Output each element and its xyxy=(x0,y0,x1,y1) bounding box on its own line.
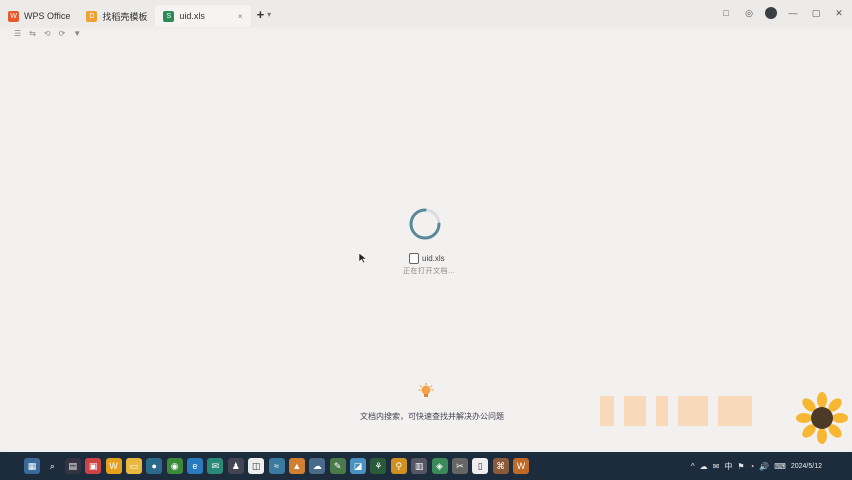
more-icon[interactable]: ▼ xyxy=(73,29,81,38)
message-tray-icon[interactable]: ✉ xyxy=(713,462,720,471)
loading-status: 正在打开文档... xyxy=(403,268,456,275)
switch-icon[interactable]: ⇆ xyxy=(29,29,36,38)
close-window-button[interactable]: ✕ xyxy=(832,6,846,20)
app-icon[interactable]: ● xyxy=(146,458,163,474)
template-icon: D xyxy=(86,10,98,22)
quick-toolbar: ☰ ⇆ ⟲ ⟳ ▼ xyxy=(14,29,81,38)
tab-list-chevron-icon[interactable]: ▾ xyxy=(267,10,271,19)
hub-icon[interactable]: ⌘ xyxy=(492,458,509,474)
deco-shape xyxy=(624,396,646,426)
calc-icon[interactable]: ⚲ xyxy=(390,458,407,474)
taskbar-clock[interactable]: 2024/5/12 xyxy=(791,462,822,471)
input-method-icon[interactable]: 中 xyxy=(724,461,732,472)
loading-file-name: uid.xls xyxy=(422,254,445,263)
mail-icon[interactable]: ✉ xyxy=(207,458,224,474)
keyboard-icon[interactable]: ⌨ xyxy=(774,462,786,471)
loading-file: uid.xls xyxy=(409,253,445,264)
mouse-cursor-icon xyxy=(358,252,368,264)
chat-icon[interactable]: ◫ xyxy=(248,458,265,474)
search-icon[interactable]: ⌕ xyxy=(44,458,60,474)
note-icon[interactable]: ▯ xyxy=(472,458,489,474)
minimize-button[interactable]: — xyxy=(786,6,800,20)
sync-icon[interactable]: ◎ xyxy=(742,6,756,20)
undo-icon[interactable]: ⟲ xyxy=(44,29,51,38)
start-icon[interactable]: ▦ xyxy=(24,458,40,474)
tab-label: uid.xls xyxy=(179,11,205,21)
task-view-icon[interactable]: ▤ xyxy=(64,458,81,474)
tray-expand-icon[interactable]: ^ xyxy=(691,462,695,471)
wps-icon[interactable]: W xyxy=(105,458,122,474)
lightbulb-icon xyxy=(418,383,434,397)
edge-icon[interactable]: e xyxy=(187,458,203,474)
folder-icon[interactable]: ▭ xyxy=(125,458,142,474)
loading-spinner-icon xyxy=(409,208,441,240)
tab-label: WPS Office xyxy=(24,11,71,21)
sunflower-icon xyxy=(796,392,848,444)
cloud-tray-icon[interactable]: ☁ xyxy=(700,462,708,471)
deco-shape xyxy=(718,396,752,426)
tip-text: 文档内搜索，可快速查找并解决办公问题 xyxy=(360,412,504,421)
deco-shape xyxy=(600,396,614,426)
network-icon[interactable]: ◔ xyxy=(749,462,754,471)
taskbar: ▦ ⌕ ▤ ▣ W ▭ ● ◉ e ✉ ♟ ◫ ≈ ▲ ☁ ✎ ◪ ⚘ ⚲ ▥ … xyxy=(0,452,852,480)
layout-icon[interactable]: □ xyxy=(719,6,733,20)
store-icon[interactable]: ▣ xyxy=(85,458,102,474)
media-icon[interactable]: ◈ xyxy=(431,458,448,474)
tab-wps-office[interactable]: W WPS Office xyxy=(0,5,78,27)
decorative-shapes xyxy=(600,396,752,426)
tab-uid-xls[interactable]: S uid.xls × xyxy=(155,5,251,27)
menu-icon[interactable]: ☰ xyxy=(14,29,21,38)
title-bar: W WPS Office D 找稻壳模板 S uid.xls × + ▾ □ ◎… xyxy=(0,0,852,28)
window-controls: □ ◎ — ▢ ✕ xyxy=(719,6,846,20)
flag-tray-icon[interactable]: ⚑ xyxy=(737,462,744,471)
video-icon[interactable]: ✂ xyxy=(451,458,468,474)
wps-writer-icon[interactable]: W xyxy=(513,458,529,474)
redo-icon[interactable]: ⟳ xyxy=(59,29,66,38)
cloud-icon[interactable]: ▲ xyxy=(288,458,305,474)
search-app-icon[interactable]: ⚘ xyxy=(370,458,387,474)
system-tray: ^ ☁ ✉ 中 ⚑ ◔ 🔊 ⌨ 2024/5/12 xyxy=(691,452,822,480)
game-icon[interactable]: ♟ xyxy=(227,458,244,474)
tab-label: 找稻壳模板 xyxy=(102,11,148,22)
deco-shape xyxy=(678,396,708,426)
volume-icon[interactable]: 🔊 xyxy=(759,462,769,471)
avatar[interactable] xyxy=(765,7,777,19)
chrome-icon[interactable]: ◉ xyxy=(166,458,183,474)
tool-icon[interactable]: ✎ xyxy=(329,458,346,474)
wps-logo-icon: W xyxy=(8,10,19,22)
close-tab-icon[interactable]: × xyxy=(238,12,243,21)
settings-icon[interactable]: ▥ xyxy=(411,458,428,474)
document-icon xyxy=(409,253,419,264)
new-tab-button[interactable]: + xyxy=(257,7,265,22)
tab-templates[interactable]: D 找稻壳模板 xyxy=(78,5,155,27)
maximize-button[interactable]: ▢ xyxy=(809,6,823,20)
scroll-icon[interactable]: ≈ xyxy=(268,458,285,474)
image-icon[interactable]: ☁ xyxy=(309,458,326,474)
wechat-icon[interactable]: ◪ xyxy=(350,458,366,474)
xls-file-icon: S xyxy=(163,10,175,22)
deco-shape xyxy=(656,396,668,426)
